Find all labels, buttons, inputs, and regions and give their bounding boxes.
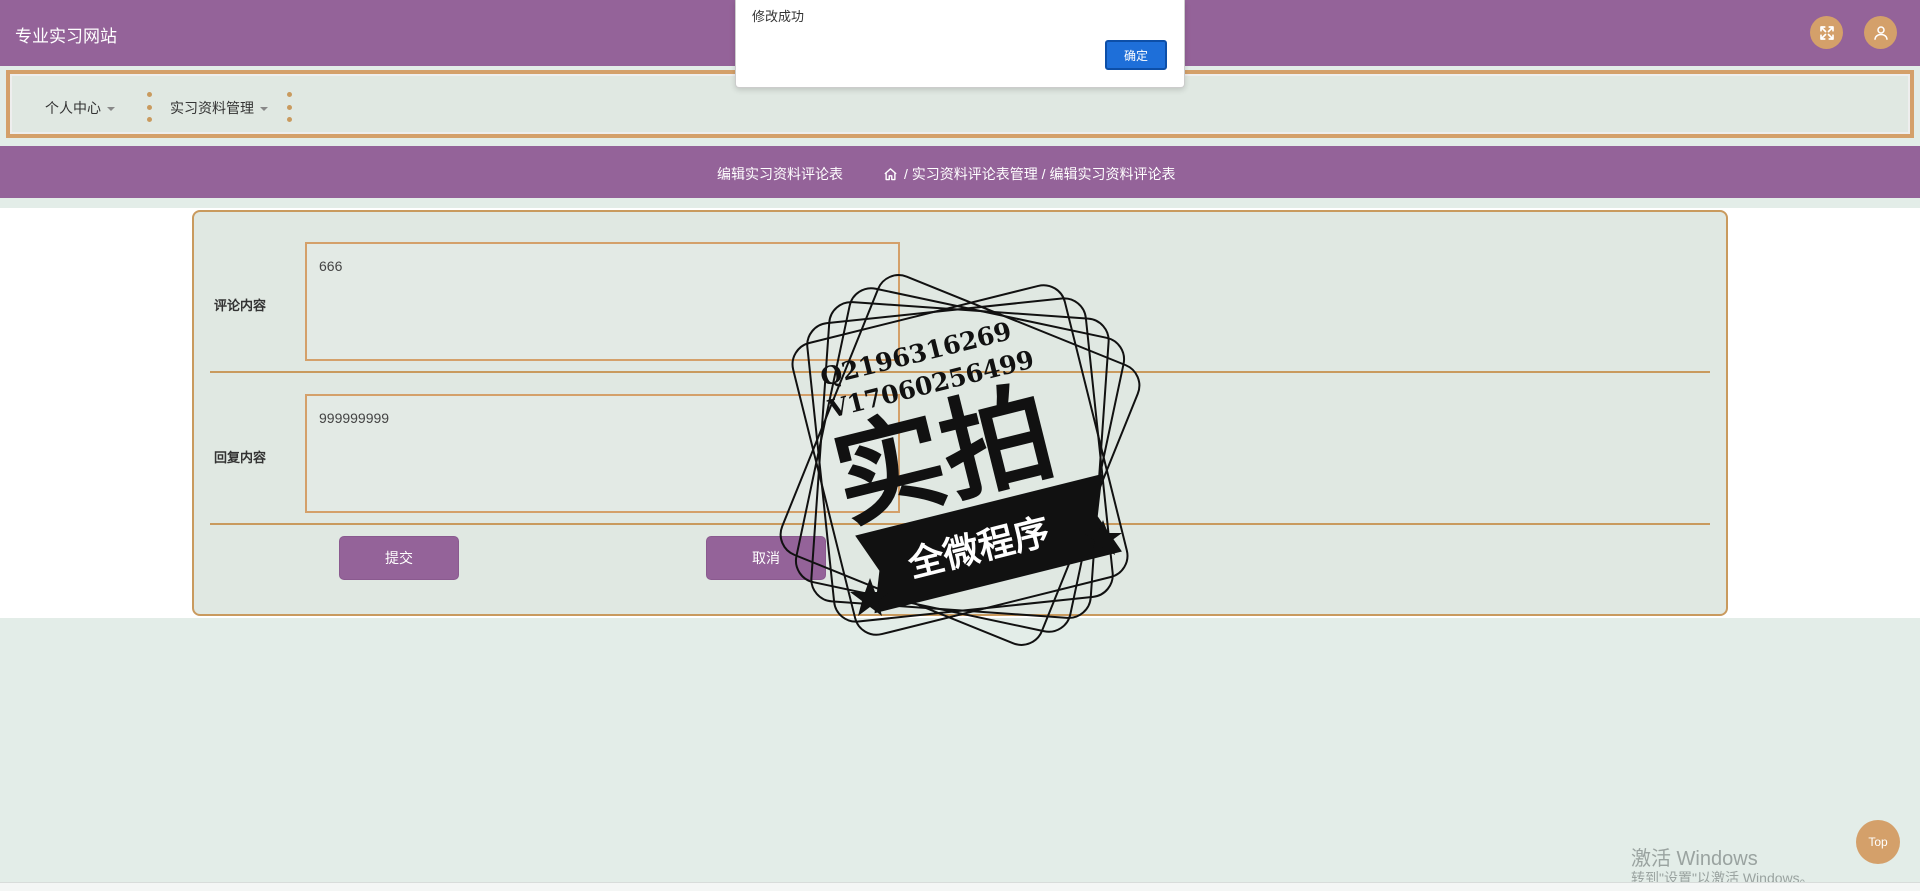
site-title: 专业实习网站 [15, 27, 117, 46]
user-icon [1873, 25, 1888, 40]
menu-separator-dots [147, 92, 153, 122]
comment-label: 评论内容 [214, 298, 267, 313]
caret-down-icon [260, 107, 268, 111]
alert-message: 修改成功 [752, 9, 805, 24]
menu-separator-dots [287, 92, 293, 122]
menu-personal-center[interactable]: 个人中心 [45, 98, 115, 118]
user-menu-button[interactable] [1864, 16, 1897, 49]
expand-arrows-icon [1819, 25, 1834, 40]
menu-internship-materials-label: 实习资料管理 [170, 100, 254, 116]
alert-ok-button[interactable]: 确定 [1105, 40, 1167, 70]
windows-activation-title: 激活 Windows [1631, 848, 1758, 870]
menu-internship-materials[interactable]: 实习资料管理 [170, 98, 268, 118]
caret-down-icon [107, 107, 115, 111]
breadcrumb-path[interactable]: / 实习资料评论表管理 / 编辑实习资料评论表 [904, 164, 1175, 184]
bottom-strip [0, 882, 1920, 891]
page-title: 编辑实习资料评论表 [717, 166, 843, 182]
back-to-top-button[interactable]: Top [1856, 820, 1900, 864]
breadcrumb: / 实习资料评论表管理 / 编辑实习资料评论表 [883, 164, 1175, 184]
home-icon[interactable] [883, 167, 898, 182]
breadcrumb-bar: 编辑实习资料评论表 / 实习资料评论表管理 / 编辑实习资料评论表 [0, 146, 1920, 198]
menu-personal-center-label: 个人中心 [45, 100, 101, 116]
reply-label: 回复内容 [214, 450, 267, 465]
fullscreen-button[interactable] [1810, 16, 1843, 49]
alert-dialog: 修改成功 确定 [735, 0, 1185, 88]
submit-button[interactable]: 提交 [339, 536, 459, 580]
watermark-stamp: Q2196316269 V17060256499 实拍 全微程序 [779, 274, 1141, 646]
